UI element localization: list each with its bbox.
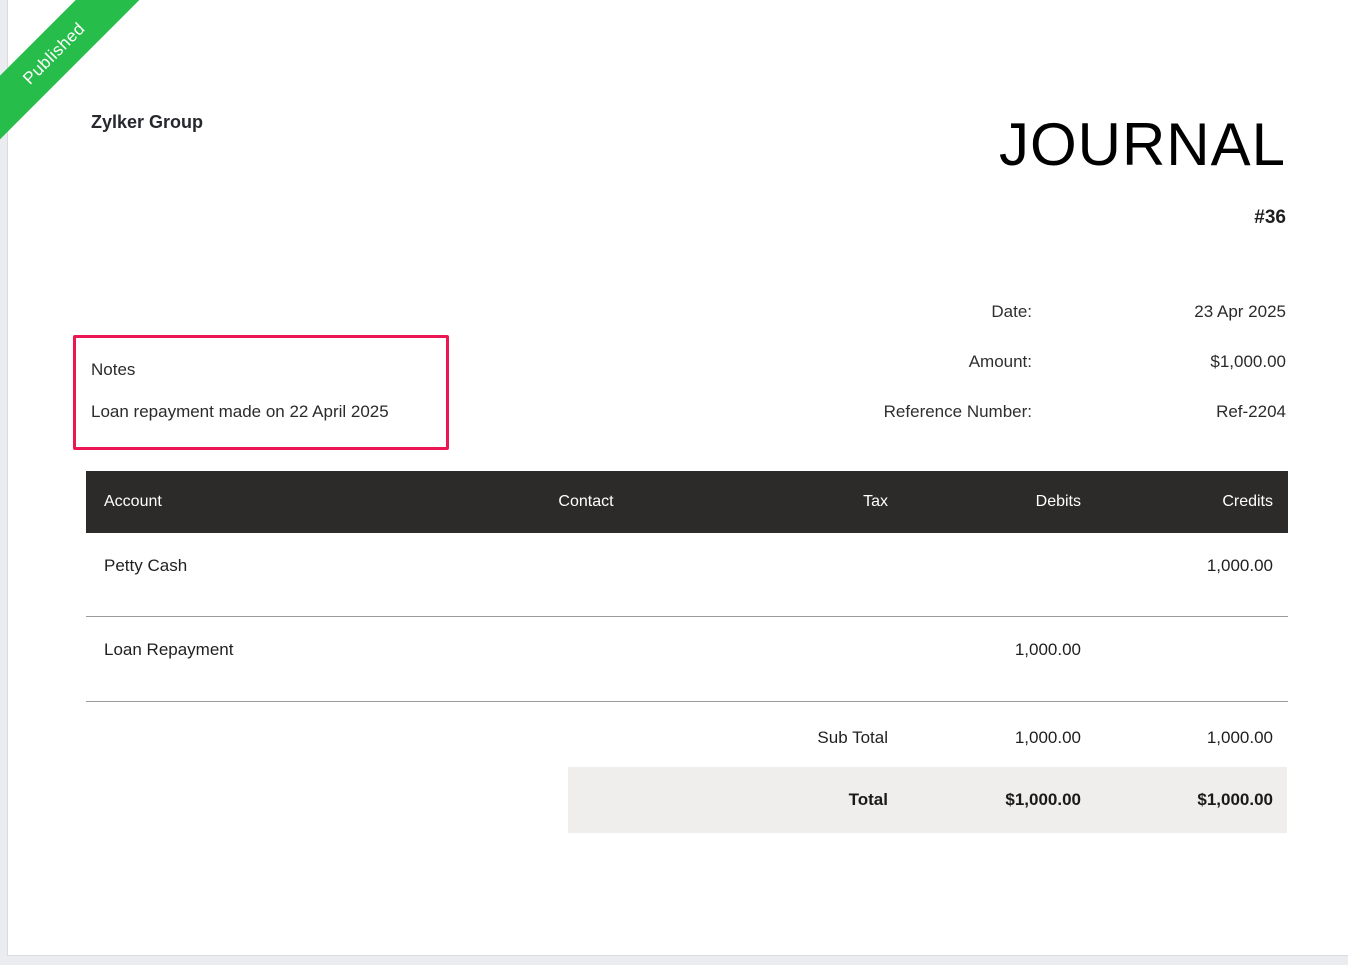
table-row: Loan Repayment 1,000.00 <box>86 617 1288 702</box>
table-header-row: Account Contact Tax Debits Credits <box>86 471 1288 533</box>
journal-document-page: Zylker Group JOURNAL #36 Date: 23 Apr 20… <box>7 0 1348 956</box>
reference-number-label: Reference Number: <box>726 402 1032 421</box>
cell-account: Petty Cash <box>86 556 466 576</box>
cell-debits: 1,000.00 <box>888 640 1081 660</box>
date-label: Date: <box>726 302 1032 321</box>
subtotal-label: Sub Total <box>568 727 888 748</box>
column-header-tax: Tax <box>706 493 888 511</box>
document-title: JOURNAL <box>999 113 1286 177</box>
cell-credits: 1,000.00 <box>1081 556 1288 576</box>
date-value: 23 Apr 2025 <box>1032 302 1286 321</box>
amount-label: Amount: <box>726 352 1032 371</box>
notes-text: Loan repayment made on 22 April 2025 <box>91 402 431 422</box>
total-row: Total $1,000.00 $1,000.00 <box>568 767 1287 833</box>
column-header-account: Account <box>86 493 466 511</box>
notes-heading: Notes <box>91 360 431 380</box>
total-credits: $1,000.00 <box>1081 790 1287 810</box>
document-number: #36 <box>1254 207 1286 229</box>
subtotal-row: Sub Total 1,000.00 1,000.00 <box>568 727 1287 748</box>
cell-account: Loan Repayment <box>86 640 466 660</box>
meta-row-date: Date: 23 Apr 2025 <box>726 302 1286 321</box>
total-debits: $1,000.00 <box>888 790 1081 810</box>
meta-row-reference-number: Reference Number: Ref-2204 <box>726 402 1286 421</box>
column-header-credits: Credits <box>1081 493 1288 511</box>
table-row: Petty Cash 1,000.00 <box>86 533 1288 617</box>
amount-value: $1,000.00 <box>1032 352 1286 371</box>
reference-number-value: Ref-2204 <box>1032 402 1286 421</box>
column-header-contact: Contact <box>466 493 706 511</box>
meta-row-amount: Amount: $1,000.00 <box>726 352 1286 371</box>
total-label: Total <box>568 790 888 810</box>
column-header-debits: Debits <box>888 493 1081 511</box>
document-meta: Date: 23 Apr 2025 Amount: $1,000.00 Refe… <box>726 302 1286 452</box>
journal-entries-table: Account Contact Tax Debits Credits Petty… <box>86 471 1288 833</box>
totals-section: Sub Total 1,000.00 1,000.00 Total $1,000… <box>568 727 1287 833</box>
subtotal-debits: 1,000.00 <box>888 727 1081 748</box>
subtotal-credits: 1,000.00 <box>1081 727 1287 748</box>
notes-highlight-box: Notes Loan repayment made on 22 April 20… <box>73 335 449 450</box>
company-name: Zylker Group <box>91 112 203 133</box>
